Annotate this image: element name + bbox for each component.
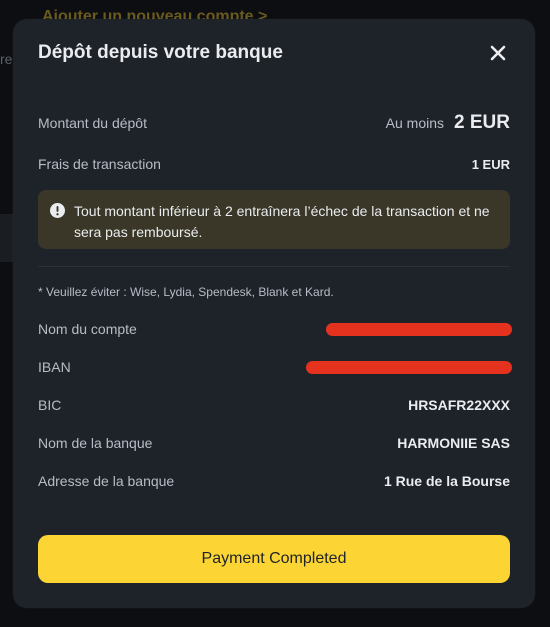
warning-text: Tout montant inférieur à 2 entraînera l’…: [74, 203, 490, 240]
deposit-amount-row: Montant du dépôt Au moins 2 EUR: [38, 111, 510, 135]
deposit-amount: Au moins 2 EUR: [386, 112, 510, 134]
transaction-fee-label: Frais de transaction: [38, 156, 161, 172]
deposit-amount-label: Montant du dépôt: [38, 115, 147, 131]
deposit-amount-value: 2 EUR: [454, 112, 510, 133]
exclamation-circle-icon: [50, 203, 65, 218]
background-side-text: re: [0, 51, 13, 67]
bank-name-label: Nom de la banque: [38, 435, 153, 451]
section-divider: [38, 266, 510, 267]
close-button[interactable]: [484, 39, 512, 67]
warning-banner: Tout montant inférieur à 2 entraînera l’…: [38, 190, 510, 249]
iban-redaction: [306, 360, 512, 374]
avoid-banks-note: * Veuillez éviter : Wise, Lydia, Spendes…: [38, 285, 334, 299]
iban-label: IBAN: [38, 359, 71, 375]
deposit-amount-prefix: Au moins: [385, 115, 445, 131]
bank-name-row: Nom de la banque HARMONIIE SAS: [38, 432, 510, 454]
bank-address-value: 1 Rue de la Bourse: [383, 473, 510, 489]
bank-address-row: Adresse de la banque 1 Rue de la Bourse: [38, 470, 510, 492]
modal-title: Dépôt depuis votre banque: [38, 42, 283, 63]
transaction-fee-row: Frais de transaction 1 EUR: [38, 154, 510, 174]
transaction-fee-value: 1 EUR: [471, 156, 510, 172]
bic-value: HRSAFR22XXX: [408, 397, 510, 413]
bank-address-label: Adresse de la banque: [38, 473, 175, 489]
account-name-redaction: [326, 322, 512, 336]
background-side-block: [0, 214, 14, 262]
bic-label: BIC: [38, 397, 62, 413]
bank-name-value: HARMONIIE SAS: [397, 435, 510, 451]
account-name-label: Nom du compte: [38, 321, 137, 337]
iban-row: IBAN: [38, 356, 512, 378]
payment-completed-button[interactable]: Payment Completed: [38, 535, 510, 583]
deposit-modal: Dépôt depuis votre banque Montant du dép…: [13, 19, 535, 608]
bic-row: BIC HRSAFR22XXX: [38, 394, 510, 416]
close-icon: [490, 45, 506, 61]
account-name-row: Nom du compte: [38, 318, 512, 340]
